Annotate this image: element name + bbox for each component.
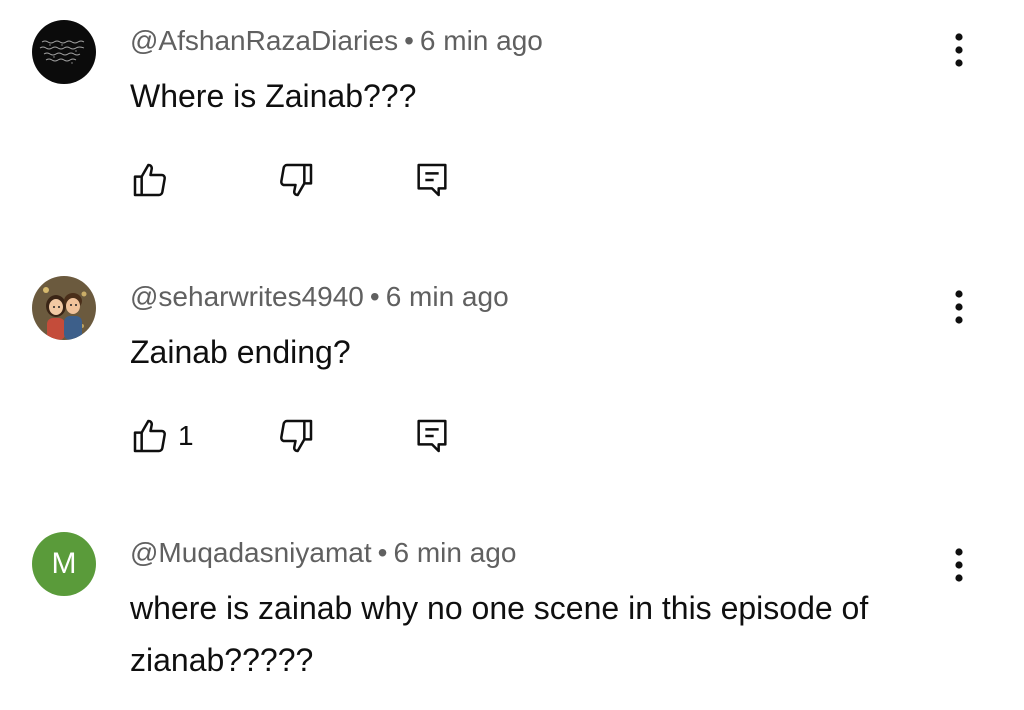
more-options-button[interactable] [946,28,972,72]
more-options-button[interactable] [946,285,972,329]
comment-meta: @Muqadasniyamat • 6 min ago [130,536,516,570]
comment-time: 6 min ago [419,25,543,56]
thumb-up-icon [133,163,166,197]
avatar-image [32,276,96,340]
avatar-image [32,20,96,84]
more-vert-icon [955,290,963,324]
comment-meta: @seharwrites4940 • 6 min ago [130,280,509,314]
reply-icon [417,419,447,453]
meta-separator: • [377,537,388,568]
comment-item: @AfshanRazaDiaries • 6 min ago Where is Za… [0,0,1024,250]
meta-separator: • [369,281,380,312]
like-button[interactable] [130,160,178,200]
dislike-button[interactable] [276,160,316,200]
comment-item: M @Muqadasniyamat • 6 min ago where is zai… [0,510,1024,710]
avatar[interactable] [32,20,96,84]
reply-icon [417,163,447,197]
comment-author[interactable]: @Muqadasniyamat [130,537,372,568]
comment-time: 6 min ago [393,537,517,568]
like-count: 1 [178,420,194,451]
more-vert-icon [955,33,963,67]
more-options-button[interactable] [946,543,972,587]
comment-author[interactable]: @AfshanRazaDiaries [130,25,398,56]
avatar[interactable]: M [32,532,96,596]
thumb-up-icon [133,419,166,453]
thumb-down-icon [280,163,313,197]
comment-meta: @AfshanRazaDiaries • 6 min ago [130,24,543,58]
reply-button[interactable] [412,160,452,200]
comment-item: @seharwrites4940 • 6 min ago Zainab ending… [0,250,1024,510]
comment-author[interactable]: @seharwrites4940 [130,281,364,312]
avatar[interactable] [32,276,96,340]
more-vert-icon [955,548,963,582]
comment-text: Zainab ending? [130,334,351,370]
avatar-letter: M [51,547,77,580]
comment-time: 6 min ago [385,281,509,312]
thumb-down-icon [280,419,313,453]
comment-text: where is zainab why no one scene in this… [130,590,869,678]
comment-text: Where is Zainab??? [130,78,417,114]
reply-button[interactable] [412,416,452,456]
meta-separator: • [404,25,414,56]
dislike-button[interactable] [276,416,316,456]
like-button[interactable]: 1 [130,416,194,456]
